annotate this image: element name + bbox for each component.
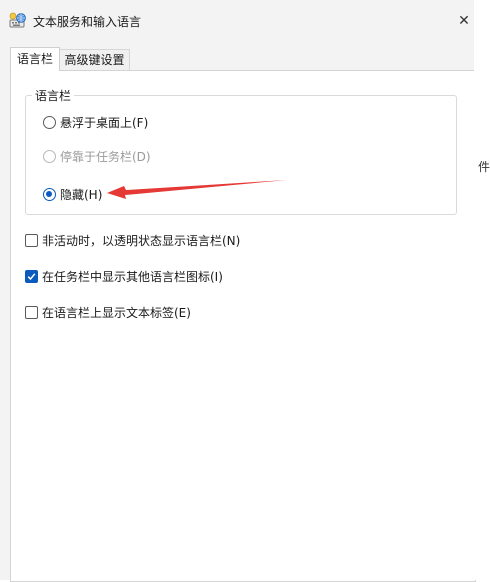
groupbox-label: 语言栏 <box>32 87 75 104</box>
text-services-dialog: 文本服务和输入语言 ✕ 语言栏 高级键设置 语言栏 悬浮于桌面上(F) 停靠于任… <box>0 0 476 582</box>
checkmark-icon <box>27 272 36 280</box>
checkbox-label: 非活动时，以透明状态显示语言栏(N) <box>42 233 241 248</box>
background-window <box>474 0 490 580</box>
radio-label: 停靠于任务栏(D) <box>60 149 151 164</box>
close-button[interactable]: ✕ <box>452 8 476 34</box>
checkbox[interactable] <box>25 305 38 319</box>
checkbox-label: 在任务栏中显示其他语言栏图标(I) <box>42 269 223 284</box>
checkbox-transparent-when-inactive[interactable]: 非活动时，以透明状态显示语言栏(N) <box>25 231 240 249</box>
title-bar: 文本服务和输入语言 ✕ <box>0 0 474 44</box>
radio-button[interactable] <box>43 187 56 201</box>
radio-label: 悬浮于桌面上(F) <box>60 115 149 130</box>
radio-label: 隐藏(H) <box>60 187 103 202</box>
checkbox-show-text-labels[interactable]: 在语言栏上显示文本标签(E) <box>25 303 191 321</box>
checkbox-label: 在语言栏上显示文本标签(E) <box>42 305 191 320</box>
checkbox-show-extra-icons-in-taskbar[interactable]: 在任务栏中显示其他语言栏图标(I) <box>25 267 223 285</box>
radio-float-on-desktop[interactable]: 悬浮于桌面上(F) <box>43 113 148 131</box>
tab-advanced-key-settings[interactable]: 高级键设置 <box>60 49 130 70</box>
close-icon: ✕ <box>458 13 470 29</box>
window-title: 文本服务和输入语言 <box>33 15 142 29</box>
checkbox[interactable] <box>25 233 38 247</box>
tab-language-bar[interactable]: 语言栏 <box>10 47 60 71</box>
checkbox[interactable] <box>25 269 38 283</box>
radio-button <box>43 149 56 163</box>
background-window-text: 件 <box>478 160 490 174</box>
radio-button[interactable] <box>43 115 56 129</box>
radio-dock-in-taskbar: 停靠于任务栏(D) <box>43 147 151 165</box>
radio-hidden[interactable]: 隐藏(H) <box>43 185 102 203</box>
keyboard-globe-icon <box>9 12 27 30</box>
